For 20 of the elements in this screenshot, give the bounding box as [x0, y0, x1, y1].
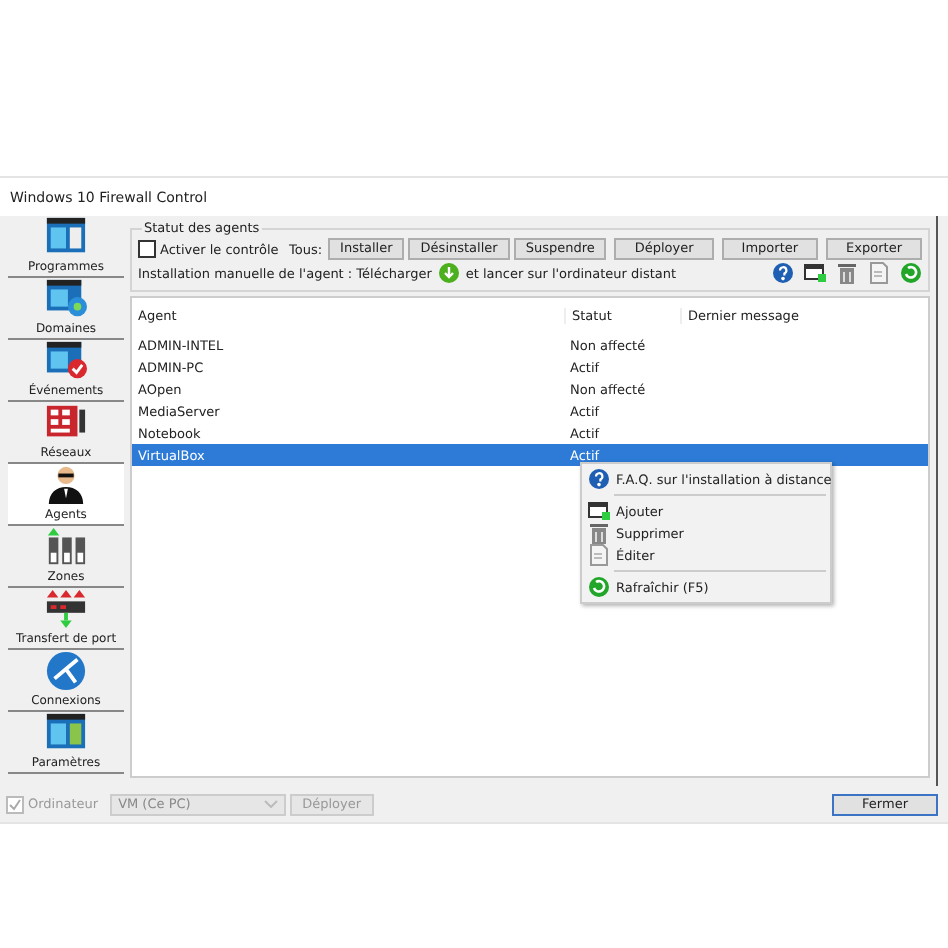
- globe-window-icon: [42, 278, 90, 320]
- port-switch-icon: [42, 588, 90, 630]
- settings-window-icon: [42, 712, 90, 754]
- document-icon[interactable]: [868, 262, 890, 284]
- window-add-icon[interactable]: [804, 262, 826, 284]
- trash-icon: [588, 522, 610, 544]
- checkbox[interactable]: [138, 240, 156, 258]
- window-add-icon: [588, 500, 610, 522]
- download-icon[interactable]: [437, 262, 460, 284]
- network-globe-icon: [42, 650, 90, 692]
- zones-icon: [42, 526, 90, 568]
- window-check-icon: [42, 340, 90, 382]
- refresh-icon: [588, 576, 610, 598]
- help-icon[interactable]: [772, 262, 794, 284]
- trash-icon[interactable]: [836, 262, 858, 284]
- program-window-icon: [42, 216, 90, 258]
- refresh-icon[interactable]: [900, 262, 922, 284]
- help-icon: [588, 468, 610, 490]
- check-icon: [8, 797, 22, 811]
- document-icon: [588, 544, 610, 566]
